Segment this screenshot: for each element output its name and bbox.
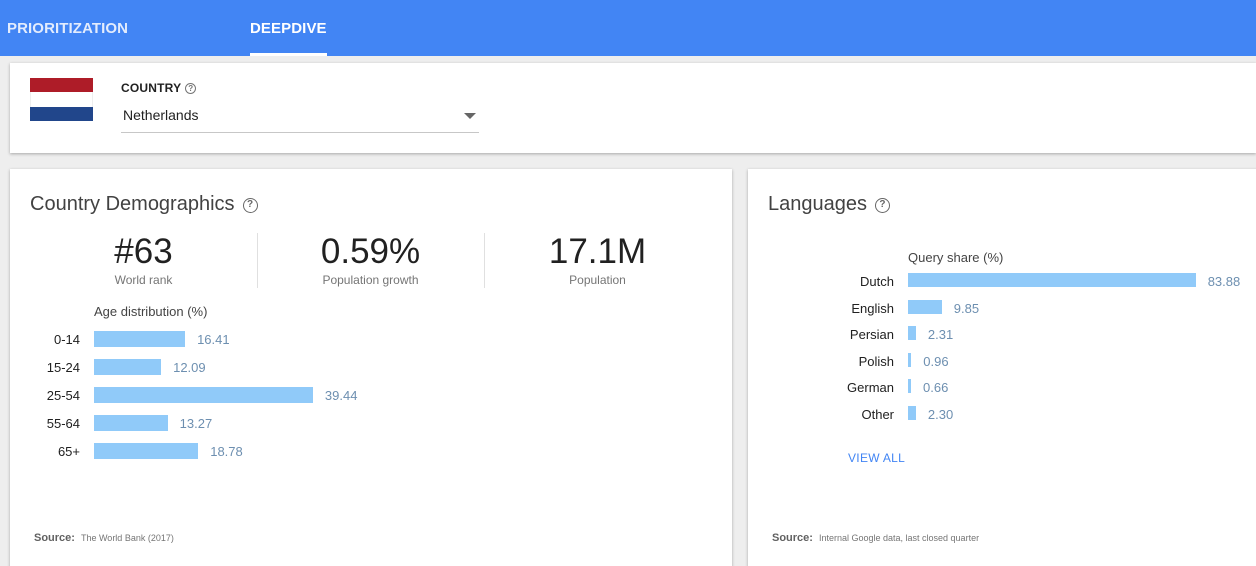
- stat-population-growth-label: Population growth: [322, 273, 419, 287]
- dropdown-arrow-icon: [464, 113, 476, 119]
- language-bar-value: 2.30: [927, 406, 954, 422]
- age-bar-value: 16.41: [197, 332, 230, 347]
- source-label: Source:: [34, 532, 75, 544]
- age-bar: [94, 387, 313, 403]
- language-bar-value: 0.66: [923, 380, 949, 395]
- languages-source: Source: Internal Google data, last closed…: [772, 532, 979, 544]
- language-bar-value: 0.96: [923, 353, 949, 369]
- flag-stripe-top: [30, 78, 93, 93]
- demographics-title-text: Country Demographics: [30, 193, 235, 215]
- language-bar: [908, 405, 916, 420]
- country-demographics-card: Country Demographics? #63 World rank 0.5…: [10, 169, 732, 566]
- help-circle-icon[interactable]: ?: [242, 198, 258, 213]
- language-row-label: Dutch: [860, 274, 894, 289]
- demographics-source: Source: The World Bank (2017): [34, 532, 174, 544]
- source-label: Source:: [772, 532, 813, 544]
- age-bar: [94, 359, 162, 375]
- stat-population-label: Population: [569, 273, 626, 287]
- age-row-label: 55-64: [46, 416, 80, 431]
- language-bar: [908, 379, 911, 393]
- language-bar: [908, 299, 942, 314]
- language-bar: [908, 273, 1196, 287]
- age-bar: [94, 443, 199, 459]
- stat-population-growth-value: 0.59%: [320, 232, 421, 271]
- flag-stripe-bottom: [30, 106, 93, 121]
- age-row-label: 25-54: [46, 388, 80, 403]
- stat-world-rank: #63 World rank: [30, 231, 257, 287]
- language-bar: [908, 326, 916, 340]
- language-row-label: English: [851, 300, 894, 316]
- tab-deepdive-label: DEEPDIVE: [250, 20, 327, 37]
- languages-card: Languages? Query share (%) Dutch 83.88 Eng…: [748, 169, 1256, 566]
- language-row-label: Persian: [849, 327, 894, 342]
- language-bar: [908, 352, 912, 367]
- language-row-label: German: [847, 380, 894, 395]
- stat-population: 17.1M Population: [484, 231, 711, 287]
- language-chart-title: Query share (%): [908, 250, 1004, 265]
- languages-title: Languages?: [768, 193, 890, 216]
- country-selector-card: COUNTRY? Netherlands: [10, 63, 1256, 153]
- flag-stripe-middle: [30, 92, 93, 107]
- tab-prioritization-label: PRIORITIZATION: [7, 20, 129, 37]
- age-bar-value: 13.27: [179, 416, 213, 431]
- help-circle-icon[interactable]: ?: [185, 83, 197, 94]
- top-nav-bar: PRIORITIZATION DEEPDIVE: [0, 0, 1256, 56]
- languages-title-text: Languages: [768, 193, 867, 215]
- age-row-label: 15-24: [46, 360, 80, 375]
- age-bar-value: 39.44: [324, 388, 358, 403]
- age-row-label: 0-14: [53, 332, 80, 347]
- demographics-title: Country Demographics?: [30, 193, 258, 216]
- stat-world-rank-value: #63: [114, 232, 173, 271]
- language-row-label: Other: [861, 406, 894, 422]
- country-dropdown-value: Netherlands: [123, 107, 199, 123]
- age-row-label: 65+: [57, 444, 80, 459]
- tab-deepdive[interactable]: DEEPDIVE: [250, 0, 327, 56]
- view-all-link[interactable]: VIEW ALL: [848, 451, 905, 465]
- help-circle-icon[interactable]: ?: [874, 198, 890, 213]
- tab-prioritization[interactable]: PRIORITIZATION: [7, 0, 128, 56]
- stat-world-rank-label: World rank: [114, 273, 173, 287]
- age-bar-value: 18.78: [210, 444, 243, 459]
- source-text: Internal Google data, last closed quarte…: [818, 533, 980, 543]
- active-tab-indicator: [250, 53, 327, 56]
- stat-population-value: 17.1M: [548, 232, 647, 271]
- age-chart-title: Age distribution (%): [94, 304, 208, 319]
- language-bar-value: 2.31: [927, 327, 954, 342]
- language-bar-value: 9.85: [953, 300, 980, 316]
- language-row-label: Polish: [858, 353, 894, 369]
- age-bar-value: 12.09: [173, 360, 206, 375]
- netherlands-flag: [30, 78, 93, 121]
- age-bar: [94, 415, 168, 431]
- stat-population-growth: 0.59% Population growth: [257, 231, 484, 287]
- source-text: The World Bank (2017): [80, 533, 174, 543]
- language-bar-value: 83.88: [1207, 274, 1241, 289]
- country-label-text: COUNTRY: [121, 81, 182, 95]
- country-dropdown[interactable]: Netherlands: [121, 103, 479, 133]
- age-bar: [94, 331, 186, 347]
- country-label: COUNTRY?: [121, 81, 197, 95]
